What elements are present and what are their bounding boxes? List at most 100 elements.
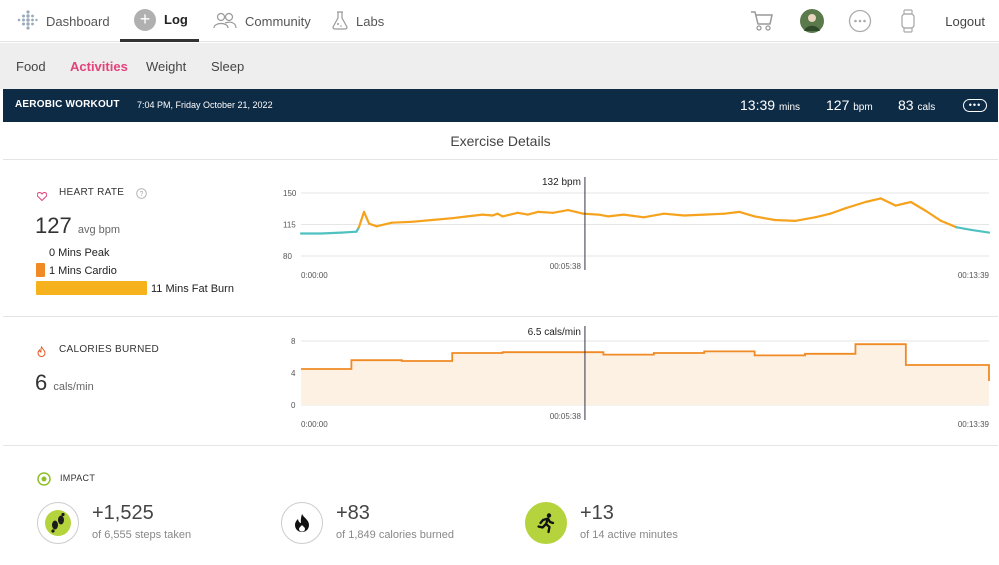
nav-dashboard-label: Dashboard [46, 13, 110, 29]
hr-x-start-label: 0:00:00 [301, 271, 328, 280]
heart-rate-label: HEART RATE [59, 187, 125, 198]
heart-icon [36, 188, 48, 206]
heart-rate-chart: 150 115 80 132 bpm 00:05:38 0:00:00 00:13:39 [283, 177, 991, 280]
calories-value: 6 [35, 370, 48, 395]
hr-marker-value: 132 bpm [542, 177, 581, 188]
workout-datetime: 7:04 PM, Friday October 21, 2022 [137, 100, 273, 110]
hr-line-segment [410, 218, 434, 223]
cal-marker-value: 6.5 cals/min [528, 327, 581, 338]
cal-y-tick-label: 8 [291, 337, 296, 346]
flame-small-icon [37, 344, 46, 362]
hr-line-segment [814, 212, 832, 219]
avg-bpm-value: 127 [35, 213, 72, 238]
avg-bpm: 127 avg bpm [35, 213, 120, 239]
avatar[interactable] [800, 0, 824, 42]
plus-icon: + [134, 8, 156, 31]
hr-line-segment [466, 213, 484, 218]
hr-line-segment [909, 200, 928, 213]
nav-dashboard[interactable]: Dashboard [16, 0, 110, 42]
zone-fatburn-bar [36, 281, 147, 295]
nav-community[interactable]: Community [213, 0, 311, 42]
fitbit-dots-icon [16, 9, 38, 33]
nav-log-label: Log [164, 12, 188, 27]
cals-unit: cals [917, 102, 936, 113]
hr-line-segment [607, 213, 625, 218]
subnav-food[interactable]: Food [16, 43, 46, 89]
more-options-button[interactable]: ••• [963, 99, 987, 112]
duration-unit: mins [778, 102, 801, 113]
logout-link[interactable]: Logout [945, 0, 985, 42]
hr-y-tick-label: 150 [283, 189, 297, 198]
hr-line-segment [430, 217, 454, 222]
hr-line-segment [551, 208, 570, 214]
hr-line-segment [582, 212, 600, 216]
hr-line-segment [340, 230, 358, 234]
impact-steps-sub: of 6,555 steps taken [92, 529, 192, 541]
zone-fatburn: 11 Mins Fat Burn [151, 283, 234, 295]
more-dots-icon: ••• [968, 100, 982, 110]
hr-line-segment [738, 210, 756, 218]
hr-line-segment [924, 209, 943, 223]
hr-line-segment [879, 197, 897, 207]
impact-calories-sub: of 1,849 calories burned [336, 529, 455, 541]
hr-line-segment [753, 215, 776, 222]
hr-line-segment [844, 200, 867, 210]
calories-rate: 6 cals/min [35, 370, 94, 396]
nav-log[interactable]: + Log [120, 0, 199, 42]
workout-header: AEROBIC WORKOUT 7:04 PM, Friday October … [3, 89, 998, 122]
nav-labs[interactable]: Labs [332, 0, 384, 42]
hr-line-segment [622, 213, 645, 219]
help-icon[interactable]: ? [136, 186, 147, 204]
hr-line-segment [567, 208, 585, 215]
runner-icon [525, 502, 567, 544]
cal-y-tick-label: 0 [291, 401, 296, 410]
impact-steps-value: +1,525 [92, 502, 154, 524]
messages-icon[interactable] [848, 0, 872, 42]
hr-line-segment [390, 220, 413, 224]
cal-y-tick-label: 4 [291, 369, 296, 378]
hr-marker-time: 00:05:38 [550, 262, 582, 271]
impact-target-icon [37, 472, 51, 491]
cal-area-fill [301, 344, 989, 405]
bpm-unit: bpm [853, 102, 873, 113]
workout-title: AEROBIC WORKOUT [15, 99, 120, 110]
workout-bpm: 127 bpm [826, 97, 873, 113]
impact-calories-value: +83 [336, 502, 370, 524]
bpm-value: 127 [826, 97, 850, 113]
hr-line-segment [970, 228, 991, 234]
nav-community-label: Community [245, 13, 311, 29]
workout-cals: 83 cals [898, 97, 935, 113]
calories-label: CALORIES BURNED [59, 344, 160, 355]
hr-line-segment [597, 213, 610, 218]
subnav-activities[interactable]: Activities [70, 43, 128, 89]
calories-panel: CALORIES BURNED 6 cals/min 8 4 0 6.5 cals/m… [3, 317, 998, 446]
hr-line-segment [526, 210, 539, 216]
heart-rate-panel: HEART RATE ? 127 avg bpm 0 Mins Peak 1 M… [3, 160, 998, 317]
cart-icon[interactable] [750, 0, 774, 42]
cal-x-end-label: 00:13:39 [958, 420, 990, 429]
svg-text:?: ? [140, 191, 144, 198]
duration-value: 13:39 [740, 97, 776, 113]
top-nav: Dashboard + Log Community Labs Logout [0, 0, 999, 42]
cal-marker-time: 00:05:38 [550, 412, 582, 421]
section-title: Exercise Details [3, 122, 998, 160]
hr-line-segment [516, 211, 529, 216]
hr-line-segment [362, 210, 371, 225]
flame-icon [281, 502, 323, 544]
hr-line-segment [955, 226, 973, 232]
cal-x-start-label: 0:00:00 [301, 420, 328, 429]
hr-line-segment [536, 210, 555, 214]
hr-line-segment [320, 231, 343, 235]
hr-x-end-label: 00:13:39 [958, 271, 990, 280]
hr-line-segment [793, 216, 817, 223]
hr-line-segment [773, 218, 797, 223]
subnav-sleep[interactable]: Sleep [211, 43, 244, 89]
footsteps-icon [37, 502, 79, 544]
zone-peak: 0 Mins Peak [49, 247, 110, 259]
hr-line-segment [662, 212, 686, 217]
hr-line-segment [864, 197, 882, 204]
calories-chart: 8 4 0 6.5 cals/min 00:05:38 0:00:00 00:13:39 [291, 326, 990, 429]
subnav-weight[interactable]: Weight [146, 43, 186, 89]
device-watch-icon[interactable] [900, 0, 916, 42]
hr-line-segment [723, 210, 741, 215]
